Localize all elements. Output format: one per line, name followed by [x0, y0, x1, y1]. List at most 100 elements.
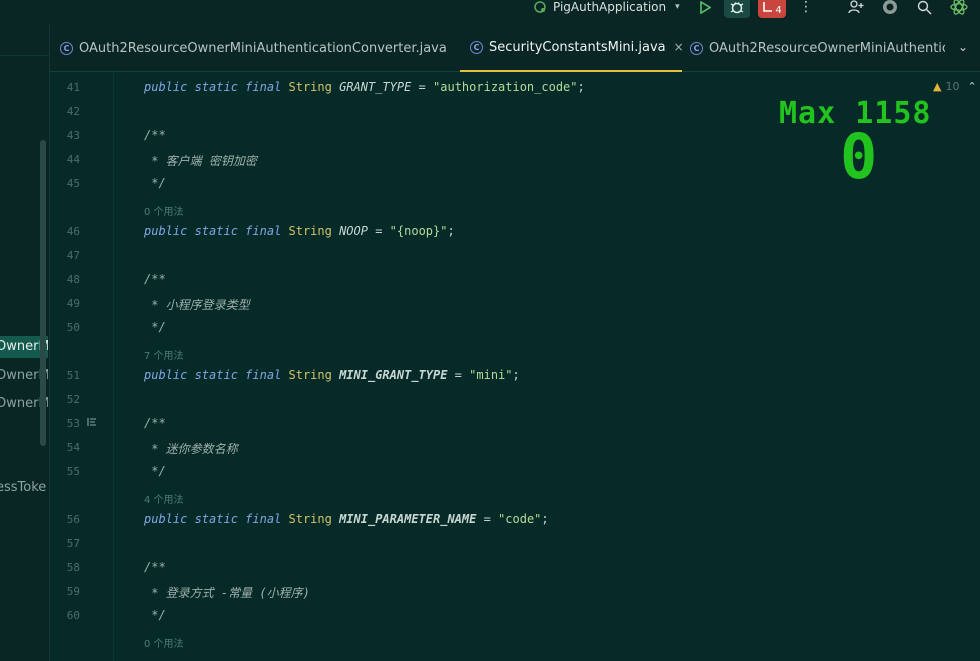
code-line: /** [144, 128, 166, 142]
string-literal: "mini" [469, 368, 513, 382]
doc-comment: * 迷你参数名称 [144, 442, 238, 456]
assignment-operator: = [367, 224, 390, 238]
tab-oauth2-authentication[interactable]: C OAuth2ResourceOwnerMiniAuthentic [690, 24, 945, 72]
more-actions-button[interactable]: ⋮ [799, 0, 813, 18]
line-number: 41 [66, 81, 80, 94]
code-line: public static final String MINI_PARAMETE… [144, 512, 549, 526]
run-configuration-selector[interactable]: PigAuthApplication ▾ [533, 0, 680, 14]
code-line: /** [144, 272, 166, 286]
doc-comment: /** [144, 272, 166, 286]
class-icon: C [470, 40, 483, 54]
assignment-operator: = [411, 80, 434, 94]
run-button[interactable] [695, 0, 715, 18]
semicolon: ; [512, 368, 520, 382]
line-number: 46 [66, 225, 80, 238]
tab-security-constants-mini[interactable]: C SecurityConstantsMini.java × [460, 24, 682, 72]
doc-comment: /** [144, 560, 166, 574]
code-line: public static final String NOOP = "{noop… [144, 224, 455, 238]
close-icon[interactable]: × [674, 40, 682, 54]
line-number: 53 [66, 417, 80, 430]
usages-hint[interactable]: 0 个用法 [144, 203, 184, 218]
code-line: public static final String GRANT_TYPE = … [144, 80, 585, 94]
string-literal: "{noop}" [389, 224, 448, 238]
editor-gutter: 41 42 43 44 45 46 47 48 49 50 51 52 53 54 55 56 57 58 59 60 [50, 72, 114, 661]
warning-icon: ▲ [933, 80, 942, 93]
code-line: * 小程序登录类型 [144, 296, 250, 313]
code-line: * 迷你参数名称 [144, 440, 238, 457]
line-number: 51 [66, 369, 80, 382]
overlay-max-label: Max [779, 96, 837, 131]
doc-comment: */ [144, 608, 166, 622]
string-literal: "authorization_code" [433, 80, 578, 94]
constant-name: NOOP [339, 224, 368, 238]
project-tree-scrollbar[interactable] [40, 140, 46, 446]
doc-comment: */ [144, 176, 166, 190]
chevron-up-icon[interactable]: ⌃ [967, 80, 976, 93]
line-number: 56 [66, 513, 80, 526]
type-name: String [288, 368, 340, 382]
doc-comment: * 登录方式 -常量 (小程序) [144, 586, 310, 600]
constant-name: MINI_GRANT_TYPE [339, 368, 448, 382]
doc-comment: * 小程序登录类型 [144, 298, 250, 312]
semicolon: ; [447, 224, 455, 238]
spring-app-icon [534, 1, 546, 13]
ai-assistant-icon [950, 0, 968, 15]
chevron-down-icon: ⌄ [958, 40, 969, 54]
record-icon [883, 0, 897, 14]
tab-label: SecurityConstantsMini.java [489, 39, 666, 55]
doc-comment: */ [144, 464, 166, 478]
more-vertical-icon: ⋮ [799, 0, 813, 15]
tab-list-button[interactable]: ⌄ [958, 40, 968, 54]
line-number: 55 [66, 465, 80, 478]
project-tool-window: OwnerMi OwnerMi OwnerMi essToke [0, 24, 50, 661]
warning-count: 10 [945, 80, 960, 93]
line-number: 43 [66, 129, 80, 142]
usages-hint[interactable]: 0 个用法 [144, 635, 184, 650]
code-line: public static final String MINI_GRANT_TY… [144, 368, 520, 382]
usages-hint[interactable]: 7 个用法 [144, 347, 184, 362]
tab-label: OAuth2ResourceOwnerMiniAuthentic [709, 40, 945, 56]
assignment-operator: = [476, 512, 499, 526]
line-number: 50 [66, 321, 80, 334]
type-name: String [288, 80, 340, 94]
class-icon: C [60, 41, 73, 55]
implementation-marker-icon[interactable] [87, 417, 97, 427]
type-name: String [288, 512, 340, 526]
modifier-keywords: public static final [144, 80, 289, 94]
tab-oauth2-converter[interactable]: C OAuth2ResourceOwnerMiniAuthenticationC… [60, 24, 450, 72]
code-line: /** [144, 416, 166, 430]
semicolon: ; [541, 512, 549, 526]
stop-button[interactable]: 4 [758, 0, 786, 18]
line-number: 42 [66, 105, 80, 118]
stop-icon [763, 2, 773, 12]
doc-comment: /** [144, 128, 166, 142]
code-line: */ [144, 464, 166, 478]
gutter-divider [113, 72, 114, 661]
line-number: 59 [66, 585, 80, 598]
line-number: 57 [66, 537, 80, 550]
line-number: 45 [66, 177, 80, 190]
chevron-down-icon: ▾ [675, 2, 680, 12]
line-number: 49 [66, 297, 80, 310]
type-name: String [288, 224, 340, 238]
usages-hint[interactable]: 4 个用法 [144, 491, 184, 506]
search-icon [917, 0, 931, 14]
doc-comment: * 客户端 密钥加密 [144, 154, 257, 168]
inspection-widget[interactable]: ▲ 10 ⌃ [933, 80, 977, 93]
main-toolbar: PigAuthApplication ▾ 4 ⋮ [0, 0, 980, 24]
doc-comment: */ [144, 320, 166, 334]
search-everywhere-button[interactable] [914, 0, 934, 18]
run-configuration-label: PigAuthApplication [553, 0, 667, 14]
code-with-me-button[interactable] [880, 0, 900, 18]
collaboration-button[interactable] [846, 0, 866, 18]
line-number: 58 [66, 561, 80, 574]
line-number: 54 [66, 441, 80, 454]
class-icon: C [690, 41, 703, 55]
overlay-current-score: 0 [840, 120, 878, 193]
assignment-operator: = [447, 368, 470, 382]
ai-assistant-button[interactable] [948, 0, 970, 18]
project-tree-item[interactable]: essToke [0, 477, 48, 499]
stop-badge: 4 [775, 4, 782, 16]
debug-button[interactable] [724, 0, 750, 18]
line-number: 48 [66, 273, 80, 286]
